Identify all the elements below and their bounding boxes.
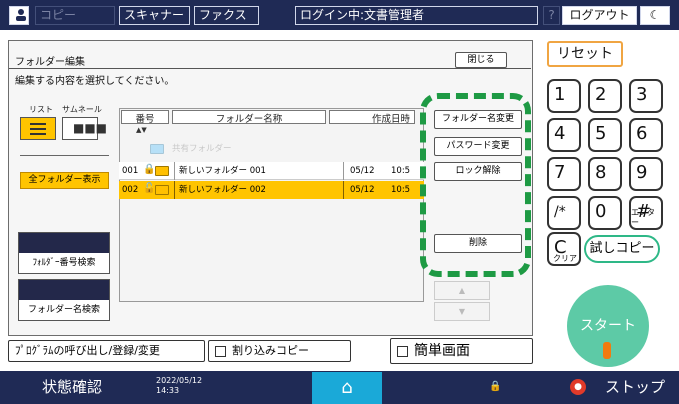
close-button[interactable]: 閉じる xyxy=(455,52,507,68)
key-9[interactable]: 9 xyxy=(629,157,663,191)
table-row[interactable]: 001 🔒 新しいフォルダー 001 05/12 10:5 xyxy=(119,162,424,180)
key-8[interactable]: 8 xyxy=(588,157,622,191)
row-folder-name: 新しいフォルダー 001 xyxy=(174,162,266,180)
thumbnail-view-label: サムネール xyxy=(62,105,102,114)
key-enter-label: エンター xyxy=(631,208,655,227)
scroll-up-button[interactable]: ▲ xyxy=(434,281,490,300)
lock-icon: 🔒 xyxy=(489,381,502,392)
logout-button[interactable]: ログアウト xyxy=(562,6,637,25)
key-1[interactable]: 1 xyxy=(547,79,581,113)
row-folder-name: 新しいフォルダー 002 xyxy=(174,181,266,199)
row-number: 001 xyxy=(122,166,139,176)
highlight-annotation xyxy=(420,93,531,277)
title-divider xyxy=(9,68,531,69)
user-icon[interactable] xyxy=(9,6,29,25)
folder-icon xyxy=(155,166,169,176)
key-asterisk[interactable]: /* xyxy=(547,196,581,230)
folder-icon xyxy=(155,185,169,195)
simple-screen-button[interactable]: 簡単画面 xyxy=(390,338,533,364)
time-text: 14:33 xyxy=(156,386,180,395)
datetime: 2022/05/12 14:33 xyxy=(156,376,202,396)
energy-saver-button[interactable]: ☾ xyxy=(640,6,670,25)
shared-folder-row: 共有フォルダー xyxy=(150,142,330,156)
key-4[interactable]: 4 xyxy=(547,118,581,152)
copy-tab[interactable]: コピー xyxy=(35,6,115,25)
lock-icon: 🔒 xyxy=(143,164,156,175)
program-button[interactable]: ﾌﾟﾛｸﾞﾗﾑの呼び出し/登録/変更 xyxy=(8,340,205,362)
trial-copy-button[interactable]: 試しコピー xyxy=(584,235,660,263)
unlocked-icon: 🔓 xyxy=(143,183,156,194)
interrupt-checkbox xyxy=(215,345,226,357)
simple-screen-label: 簡単画面 xyxy=(414,343,470,359)
table-row[interactable]: 002 🔓 新しいフォルダー 002 05/12 10:5 xyxy=(119,181,424,199)
scanner-tab[interactable]: スキャナー xyxy=(119,6,190,25)
list-icon xyxy=(30,123,46,125)
column-number[interactable]: 番号 xyxy=(121,110,169,125)
list-view-label: リスト xyxy=(29,105,53,114)
thumbnail-view-button[interactable]: ■■■ xyxy=(62,117,107,140)
folder-number-search-label: ﾌｫﾙﾀﾞｰ番号検索 xyxy=(32,258,96,268)
left-divider xyxy=(20,155,109,156)
window-title: フォルダー編集 xyxy=(15,57,85,68)
key-enter[interactable]: # エンター xyxy=(629,196,663,230)
folder-name-search-button[interactable]: フォルダー名検索 xyxy=(18,279,110,321)
key-5[interactable]: 5 xyxy=(588,118,622,152)
stop-button[interactable]: ストップ xyxy=(605,371,665,404)
instruction-text: 編集する内容を選択してください。 xyxy=(15,76,175,87)
key-3[interactable]: 3 xyxy=(629,79,663,113)
reset-button[interactable]: リセット xyxy=(547,41,623,67)
folder-number-search-button[interactable]: ﾌｫﾙﾀﾞｰ番号検索 xyxy=(18,232,110,274)
status-check-button[interactable]: 状態確認 xyxy=(42,371,102,404)
simple-screen-checkbox xyxy=(397,345,408,357)
column-folder-name[interactable]: フォルダー名称 xyxy=(172,110,326,125)
row-date: 05/12 xyxy=(343,181,375,199)
row-time: 10:5 xyxy=(391,166,411,176)
column-created-date[interactable]: 作成日時 xyxy=(329,110,415,125)
home-icon[interactable]: ⌂ xyxy=(312,372,382,404)
row-time: 10:5 xyxy=(391,185,411,195)
list-view-button[interactable] xyxy=(20,117,56,140)
stop-icon[interactable]: ● xyxy=(570,379,586,395)
sort-indicator-icon: ▲▼ xyxy=(136,126,147,134)
date-text: 2022/05/12 xyxy=(156,376,203,385)
row-date: 05/12 xyxy=(343,162,375,180)
shared-folder-label: 共有フォルダー xyxy=(172,144,232,154)
folder-icon xyxy=(150,144,164,154)
folder-name-search-label: フォルダー名検索 xyxy=(27,305,100,315)
key-6[interactable]: 6 xyxy=(629,118,663,152)
login-status: ログイン中:文書管理者 xyxy=(295,6,538,25)
show-all-folders-button[interactable]: 全フォルダー表示 xyxy=(20,172,109,189)
scroll-down-button[interactable]: ▼ xyxy=(434,302,490,321)
grid-icon: ■■■ xyxy=(73,121,108,135)
start-indicator xyxy=(603,342,611,359)
help-button[interactable]: ? xyxy=(543,6,560,25)
key-7[interactable]: 7 xyxy=(547,157,581,191)
key-0[interactable]: 0 xyxy=(588,196,622,230)
fax-tab[interactable]: ファクス xyxy=(194,6,259,25)
interrupt-copy-button[interactable]: 割り込みコピー xyxy=(208,340,351,362)
folder-table xyxy=(119,108,424,302)
row-number: 002 xyxy=(122,185,139,195)
clear-label: クリア xyxy=(553,254,577,263)
top-bar: コピー スキャナー ファクス ログイン中:文書管理者 ? ログアウト ☾ xyxy=(0,0,679,30)
clear-button[interactable]: C クリア xyxy=(547,232,581,266)
key-2[interactable]: 2 xyxy=(588,79,622,113)
interrupt-copy-label: 割り込みコピー xyxy=(232,344,309,357)
